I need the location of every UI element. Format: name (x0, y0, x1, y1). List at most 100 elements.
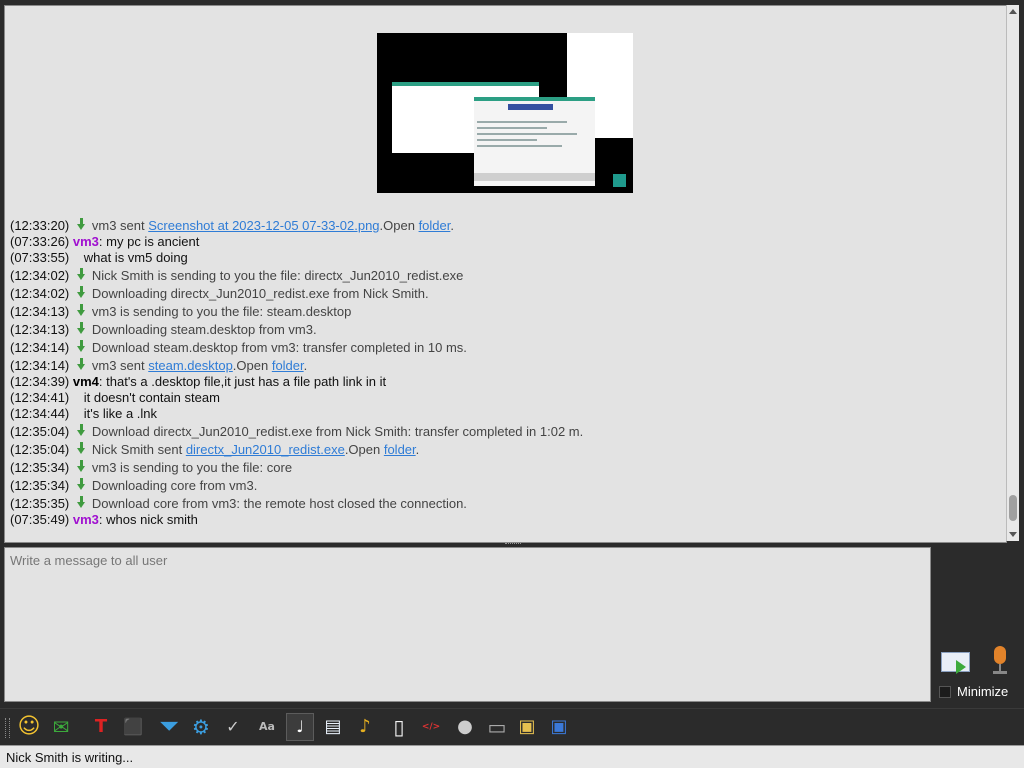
download-icon (75, 358, 88, 371)
text-color-icon: T (94, 716, 108, 737)
chat-message: (07:35:49) vm3: whos nick smith (10, 512, 198, 528)
chat-message: (12:34:13) Downloading steam.desktop fro… (10, 322, 317, 338)
thumbnail-toolbar (474, 173, 595, 181)
filter-button[interactable]: ⏷ (156, 714, 182, 740)
chat-message: (12:34:13) vm3 is sending to you the fil… (10, 304, 351, 320)
message-sender: vm3 (72, 512, 99, 527)
message-text: : my pc is ancient (98, 234, 200, 249)
message-time: (12:34:41) (10, 390, 70, 405)
download-icon (75, 442, 88, 455)
message-text: it doesn't contain steam (83, 390, 220, 405)
font-icon: Aa (259, 720, 275, 733)
envelope-button[interactable]: ✉ (48, 714, 74, 740)
background-color-icon: ⬛ (123, 717, 143, 736)
download-icon (75, 496, 88, 509)
chat-message: (12:34:02) Downloading directx_Jun2010_r… (10, 286, 429, 302)
message-text: Downloading steam.desktop from vm3. (91, 322, 317, 337)
message-sender: vm3 (72, 234, 99, 249)
clipboard-icon: ▣ (518, 716, 536, 737)
note-button[interactable]: ♩ (286, 713, 314, 741)
message-time: (12:35:04) (10, 442, 70, 457)
chat-message: (12:34:02) Nick Smith is sending to you … (10, 268, 463, 284)
smiley-button[interactable]: ☺ (16, 714, 42, 740)
message-text: : whos nick smith (98, 512, 198, 527)
download-icon (75, 218, 88, 231)
send-message-button[interactable] (940, 648, 972, 676)
envelope-icon: ✉ (52, 715, 70, 739)
record-icon: ● (457, 716, 473, 737)
send-file-icon: ▤ (324, 716, 342, 737)
settings-gear-icon: ⚙ (192, 715, 210, 739)
download-icon (75, 304, 88, 317)
chat-message: (12:34:39) vm4: that's a .desktop file,i… (10, 374, 386, 390)
screenshot-thumbnail[interactable] (377, 33, 633, 193)
scroll-up-icon[interactable] (1009, 9, 1017, 14)
open-folder-link[interactable]: folder (419, 218, 451, 233)
filter-icon: ⏷ (160, 714, 178, 739)
toolbar-grip[interactable] (5, 718, 10, 738)
html-code-button[interactable]: </> (418, 714, 444, 740)
message-time: (12:34:39) (10, 374, 70, 389)
message-time: (12:35:34) (10, 478, 70, 493)
open-folder-link[interactable]: folder (384, 442, 416, 457)
message-input[interactable] (4, 547, 931, 702)
message-text: Download steam.desktop from vm3: transfe… (91, 340, 467, 355)
send-music-icon: ♪ (359, 716, 371, 737)
chat-message: (07:33:26) vm3: my pc is ancient (10, 234, 199, 250)
document-icon: ▯ (393, 715, 405, 739)
message-text: vm3 is sending to you the file: steam.de… (91, 304, 352, 319)
html-code-icon: </> (421, 722, 441, 732)
message-text: vm3 is sending to you the file: core (91, 460, 293, 475)
chat-log[interactable]: (12:33:20) vm3 sent Screenshot at 2023-1… (4, 5, 1007, 543)
spellcheck-button[interactable]: ✓ (220, 714, 246, 740)
send-file-button[interactable]: ▤ (320, 714, 346, 740)
message-text: Download core from vm3: the remote host … (91, 496, 467, 511)
screenshot-button[interactable]: ▭ (484, 714, 510, 740)
microphone-button[interactable] (990, 646, 1012, 678)
send-music-button[interactable]: ♪ (352, 714, 378, 740)
background-color-button[interactable]: ⬛ (120, 714, 146, 740)
download-icon (75, 268, 88, 281)
message-text: . (303, 358, 308, 373)
message-time: (12:35:35) (10, 496, 70, 511)
record-button[interactable]: ● (452, 714, 478, 740)
chat-message: (07:33:55) what is vm5 doing (10, 250, 188, 266)
file-link[interactable]: directx_Jun2010_redist.exe (186, 442, 345, 457)
message-text: : that's a .desktop file,it just has a f… (98, 374, 387, 389)
document-button[interactable]: ▯ (386, 714, 412, 740)
message-time: (07:33:26) (10, 234, 70, 249)
file-link[interactable]: steam.desktop (148, 358, 233, 373)
message-time: (12:34:44) (10, 406, 70, 421)
screenshot-icon: ▭ (487, 715, 507, 739)
message-text: . (415, 442, 420, 457)
chat-message: (12:35:35) Download core from vm3: the r… (10, 496, 467, 512)
message-text: vm3 sent (91, 218, 149, 233)
download-icon (75, 424, 88, 437)
download-icon (75, 460, 88, 473)
microphone-icon (994, 646, 1006, 664)
scroll-down-icon[interactable] (1009, 532, 1017, 537)
message-time: (12:34:14) (10, 358, 70, 373)
message-time: (12:35:34) (10, 460, 70, 475)
thumbnail-button (613, 174, 626, 187)
font-button[interactable]: Aa (254, 714, 280, 740)
settings-gear-button[interactable]: ⚙ (188, 714, 214, 740)
chat-scrollbar[interactable] (1006, 5, 1019, 541)
message-time: (12:34:13) (10, 304, 70, 319)
message-text: .Open (344, 442, 384, 457)
chat-message: (12:34:14) vm3 sent steam.desktop.Open f… (10, 358, 307, 374)
chat-message: (12:34:41) it doesn't contain steam (10, 390, 220, 406)
scrollbar-thumb[interactable] (1009, 495, 1017, 521)
status-bar: Nick Smith is writing... (0, 745, 1024, 768)
message-text: Nick Smith sent (91, 442, 186, 457)
chat-message: (12:35:34) Downloading core from vm3. (10, 478, 257, 494)
save-button[interactable]: ▣ (546, 714, 572, 740)
download-icon (75, 478, 88, 491)
open-folder-link[interactable]: folder (272, 358, 304, 373)
clipboard-button[interactable]: ▣ (514, 714, 540, 740)
download-icon (75, 322, 88, 335)
file-link[interactable]: Screenshot at 2023-12-05 07-33-02.png (148, 218, 379, 233)
minimize-checkbox[interactable] (939, 686, 951, 698)
message-text: what is vm5 doing (83, 250, 188, 265)
text-color-button[interactable]: T (88, 714, 114, 740)
